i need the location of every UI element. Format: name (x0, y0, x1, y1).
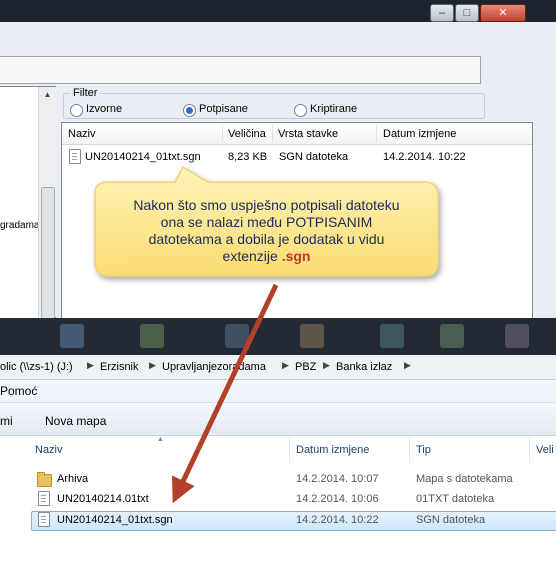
callout-line: extenzije .sgn (95, 248, 438, 265)
callout-text: Nakon što smo uspješno potpisali datotek… (95, 197, 438, 265)
callout-bubble (94, 165, 439, 277)
callout-line-prefix: extenzije (222, 248, 282, 264)
callout-line: ona se nalazi među POTPISANIM (160, 214, 373, 230)
callout-line: Nakon što smo uspješno potpisali datotek… (133, 197, 400, 213)
callout-line: datotekama a dobila je dodatak u vidu (148, 231, 385, 247)
callout-highlight: .sgn (281, 248, 311, 264)
